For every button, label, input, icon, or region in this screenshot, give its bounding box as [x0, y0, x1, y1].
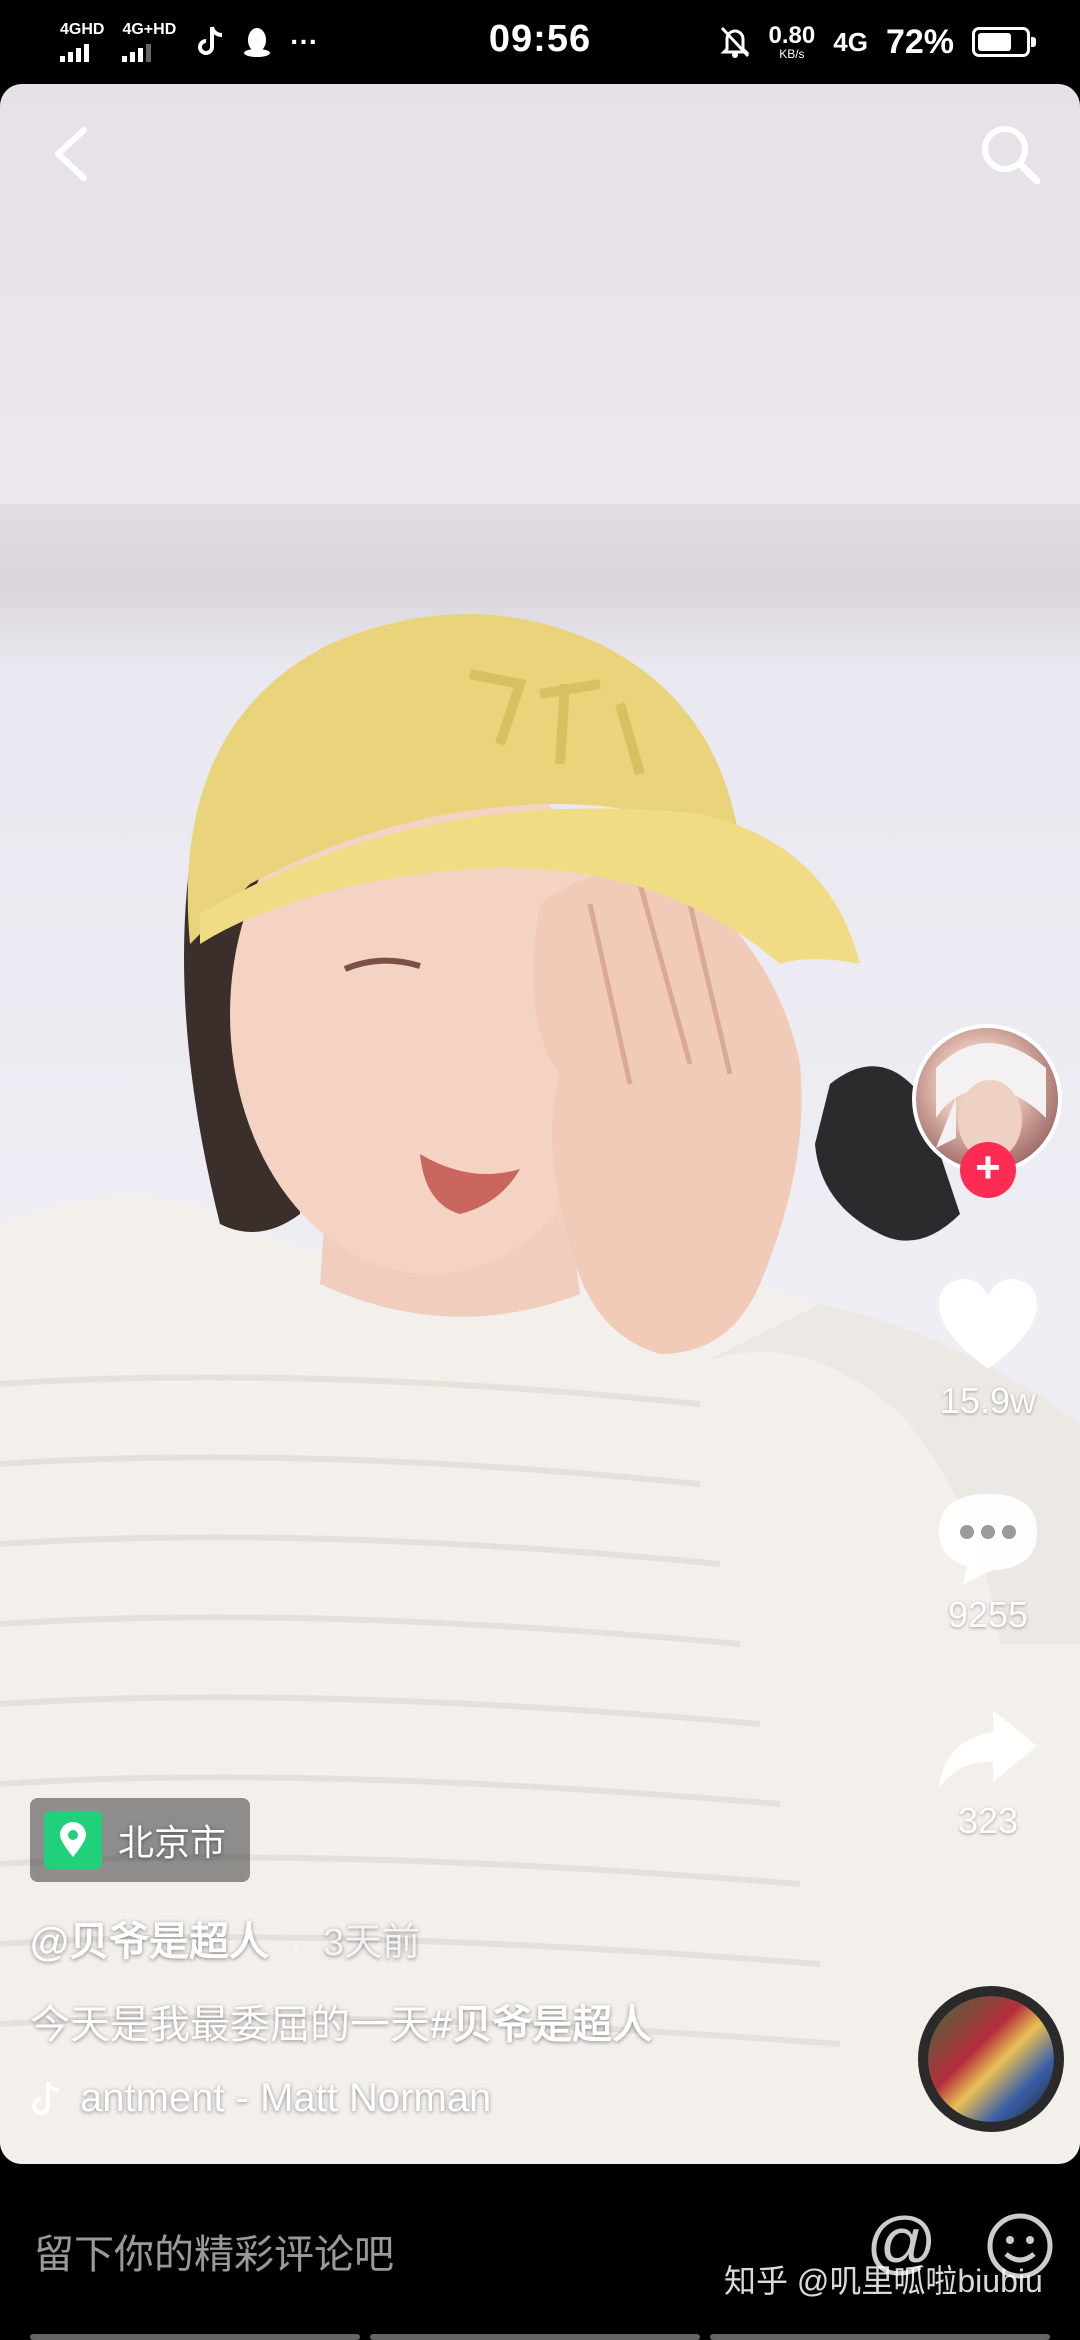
net-speed-value: 0.80: [768, 22, 816, 49]
video-caption: 今天是我最委屈的一天#贝爷是超人: [30, 1992, 652, 2050]
network-type: 4G: [833, 26, 868, 57]
location-tag[interactable]: 北京市: [30, 1798, 251, 1882]
battery-fill: [978, 33, 1012, 51]
battery-icon: [972, 27, 1036, 57]
battery-percent: 72%: [885, 22, 954, 61]
music-row[interactable]: antment - Matt Norman: [30, 2076, 491, 2121]
share-action[interactable]: 323: [908, 1704, 1068, 1842]
comment-bar: 留下你的精彩评论吧 @ 知乎 @叽里呱啦biubiu: [0, 2164, 1080, 2340]
like-action[interactable]: 15.9w: [908, 1274, 1068, 1422]
search-icon: [982, 126, 1041, 185]
comment-action[interactable]: 9255: [908, 1488, 1068, 1636]
author-name[interactable]: @贝爷是超人: [30, 1909, 269, 1967]
gesture-bar: [30, 2334, 360, 2340]
comment-input[interactable]: 留下你的精彩评论吧: [34, 2222, 394, 2280]
caption-text: 今天是我最委屈的一天: [30, 2003, 430, 2047]
caption-hashtag[interactable]: #贝爷是超人: [430, 2003, 652, 2047]
music-cover-art: [928, 1996, 1054, 2122]
share-count: 323: [957, 1800, 1019, 1841]
comment-bubble-icon: [939, 1494, 1037, 1584]
share-arrow-icon: [939, 1710, 1037, 1788]
follow-button[interactable]: +: [960, 1142, 1016, 1198]
zhihu-watermark: 知乎 @叽里呱啦biubiu: [724, 2263, 1043, 2299]
like-count: 15.9w: [939, 1380, 1037, 1421]
video-player[interactable]: + 15.9w 9255 323 北京市 @贝爷是超人 · 3天前 今天是我最委…: [0, 84, 1080, 2164]
music-disc[interactable]: [918, 1986, 1064, 2132]
post-time: 3天前: [323, 1922, 421, 1964]
gesture-bar: [370, 2334, 700, 2340]
back-button[interactable]: [30, 114, 110, 194]
status-right: 0.80 KB/s 4G 72%: [719, 18, 1036, 66]
mute-bell-icon: [719, 26, 750, 58]
separator-dot: ·: [291, 1929, 302, 1962]
creator-avatar-group: +: [912, 1024, 1068, 1204]
music-note-icon: [32, 2080, 60, 2115]
music-title: antment - Matt Norman: [80, 2076, 492, 2120]
status-bar: 4GHD 4G+HD ··· 09:56 0.80 KB/s 4G 72%: [0, 0, 1080, 84]
location-label: 北京市: [118, 1822, 227, 1863]
location-pin-icon: [44, 1811, 102, 1869]
back-arrow-icon: [55, 127, 87, 181]
heart-icon: [938, 1278, 1038, 1369]
net-speed: 0.80 KB/s: [768, 22, 816, 61]
search-button[interactable]: [970, 114, 1050, 194]
author-row: @贝爷是超人 · 3天前: [30, 1909, 420, 1967]
comment-count: 9255: [947, 1594, 1029, 1635]
net-speed-unit: KB/s: [779, 47, 805, 61]
gesture-bar: [710, 2334, 1050, 2340]
